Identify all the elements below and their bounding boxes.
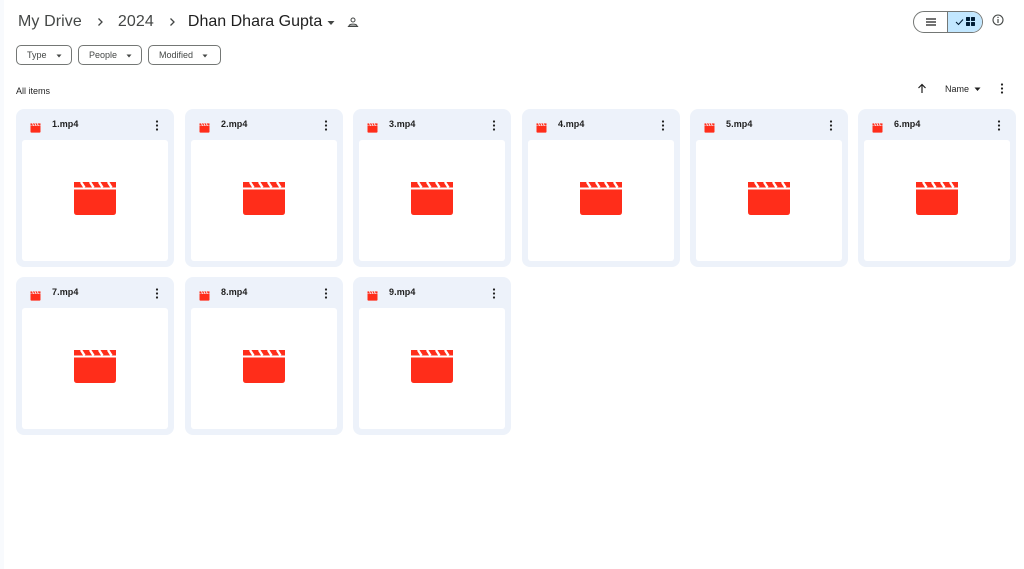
more-vertical-icon[interactable] bbox=[826, 118, 836, 132]
more-vertical-icon[interactable] bbox=[658, 118, 668, 132]
video-file-icon bbox=[74, 181, 116, 220]
view-toggle bbox=[913, 11, 983, 33]
list-view-button[interactable] bbox=[914, 12, 947, 32]
caret-down-icon bbox=[974, 84, 981, 94]
video-file-icon bbox=[872, 120, 883, 133]
file-card[interactable]: 9.mp4 bbox=[353, 277, 511, 435]
video-file-icon bbox=[704, 120, 715, 133]
page-edge bbox=[0, 0, 4, 569]
more-vertical-icon[interactable] bbox=[321, 286, 331, 300]
video-file-icon bbox=[580, 181, 622, 220]
shared-folder-icon[interactable] bbox=[347, 17, 359, 27]
file-thumbnail bbox=[359, 140, 505, 261]
file-thumbnail bbox=[191, 308, 337, 429]
file-card[interactable]: 2.mp4 bbox=[185, 109, 343, 267]
file-card-header: 5.mp4 bbox=[690, 109, 848, 140]
more-options-button[interactable] bbox=[996, 83, 1008, 97]
file-thumbnail bbox=[191, 140, 337, 261]
file-card[interactable]: 8.mp4 bbox=[185, 277, 343, 435]
chip-label: Modified bbox=[159, 50, 194, 60]
sort-direction-button[interactable] bbox=[915, 83, 929, 97]
file-thumbnail bbox=[22, 140, 168, 261]
file-thumbnail bbox=[696, 140, 842, 261]
arrow-up-icon bbox=[917, 81, 927, 99]
file-card-header: 8.mp4 bbox=[185, 277, 343, 308]
file-card-header: 1.mp4 bbox=[16, 109, 174, 140]
breadcrumb-2024[interactable]: 2024 bbox=[116, 13, 156, 31]
file-card[interactable]: 7.mp4 bbox=[16, 277, 174, 435]
video-file-icon bbox=[199, 120, 210, 133]
file-name: 4.mp4 bbox=[558, 119, 585, 129]
breadcrumb-my-drive[interactable]: My Drive bbox=[16, 13, 84, 31]
chevron-right-icon bbox=[90, 12, 110, 32]
breadcrumb-current-folder[interactable]: Dhan Dhara Gupta bbox=[188, 13, 335, 31]
file-card[interactable]: 4.mp4 bbox=[522, 109, 680, 267]
file-card[interactable]: 5.mp4 bbox=[690, 109, 848, 267]
caret-down-icon bbox=[327, 13, 335, 31]
video-file-icon bbox=[199, 288, 210, 301]
video-file-icon bbox=[30, 120, 41, 133]
file-name: 1.mp4 bbox=[52, 119, 79, 129]
video-file-icon bbox=[367, 120, 378, 133]
video-file-icon bbox=[411, 349, 453, 388]
video-file-icon bbox=[74, 349, 116, 388]
file-thumbnail bbox=[528, 140, 674, 261]
file-name: 6.mp4 bbox=[894, 119, 921, 129]
more-vertical-icon bbox=[1000, 81, 1004, 99]
grid-view-icon bbox=[966, 13, 975, 31]
list-view-icon bbox=[925, 13, 936, 31]
sort-label: Name bbox=[945, 84, 970, 94]
file-card-header: 9.mp4 bbox=[353, 277, 511, 308]
file-thumbnail bbox=[22, 308, 168, 429]
file-card[interactable]: 3.mp4 bbox=[353, 109, 511, 267]
file-name: 3.mp4 bbox=[389, 119, 416, 129]
chevron-right-icon bbox=[162, 12, 182, 32]
modified-filter-chip[interactable]: Modified bbox=[148, 45, 221, 65]
check-icon bbox=[955, 13, 964, 31]
file-name: 7.mp4 bbox=[52, 287, 79, 297]
video-file-icon bbox=[916, 181, 958, 220]
video-file-icon bbox=[536, 120, 547, 133]
video-file-icon bbox=[243, 349, 285, 388]
more-vertical-icon[interactable] bbox=[321, 118, 331, 132]
info-icon bbox=[992, 13, 1004, 31]
breadcrumb: My Drive 2024 Dhan Dhara Gupta bbox=[16, 9, 359, 35]
file-thumbnail bbox=[864, 140, 1010, 261]
file-card-header: 6.mp4 bbox=[858, 109, 1016, 140]
file-card-header: 4.mp4 bbox=[522, 109, 680, 140]
more-vertical-icon[interactable] bbox=[152, 118, 162, 132]
type-filter-chip[interactable]: Type bbox=[16, 45, 72, 65]
file-card-header: 2.mp4 bbox=[185, 109, 343, 140]
file-card-header: 3.mp4 bbox=[353, 109, 511, 140]
file-thumbnail bbox=[359, 308, 505, 429]
section-heading: All items bbox=[16, 86, 51, 96]
video-file-icon bbox=[30, 288, 41, 301]
caret-down-icon bbox=[202, 50, 208, 60]
file-card-header: 7.mp4 bbox=[16, 277, 174, 308]
info-button[interactable] bbox=[990, 14, 1006, 30]
file-name: 5.mp4 bbox=[726, 119, 753, 129]
caret-down-icon bbox=[126, 50, 132, 60]
folder-title: Dhan Dhara Gupta bbox=[187, 13, 323, 30]
video-file-icon bbox=[367, 288, 378, 301]
file-name: 9.mp4 bbox=[389, 287, 416, 297]
more-vertical-icon[interactable] bbox=[489, 286, 499, 300]
video-file-icon bbox=[748, 181, 790, 220]
chip-label: People bbox=[89, 50, 118, 60]
more-vertical-icon[interactable] bbox=[152, 286, 162, 300]
people-filter-chip[interactable]: People bbox=[78, 45, 142, 65]
video-file-icon bbox=[243, 181, 285, 220]
file-name: 8.mp4 bbox=[221, 287, 248, 297]
file-name: 2.mp4 bbox=[221, 119, 248, 129]
filter-chips: Type People Modified bbox=[16, 45, 221, 65]
file-card[interactable]: 6.mp4 bbox=[858, 109, 1016, 267]
more-vertical-icon[interactable] bbox=[489, 118, 499, 132]
chip-label: Type bbox=[27, 50, 47, 60]
sort-by-button[interactable]: Name bbox=[945, 84, 981, 94]
file-card[interactable]: 1.mp4 bbox=[16, 109, 174, 267]
caret-down-icon bbox=[56, 50, 62, 60]
grid-view-button[interactable] bbox=[947, 12, 982, 32]
video-file-icon bbox=[411, 181, 453, 220]
more-vertical-icon[interactable] bbox=[994, 118, 1004, 132]
